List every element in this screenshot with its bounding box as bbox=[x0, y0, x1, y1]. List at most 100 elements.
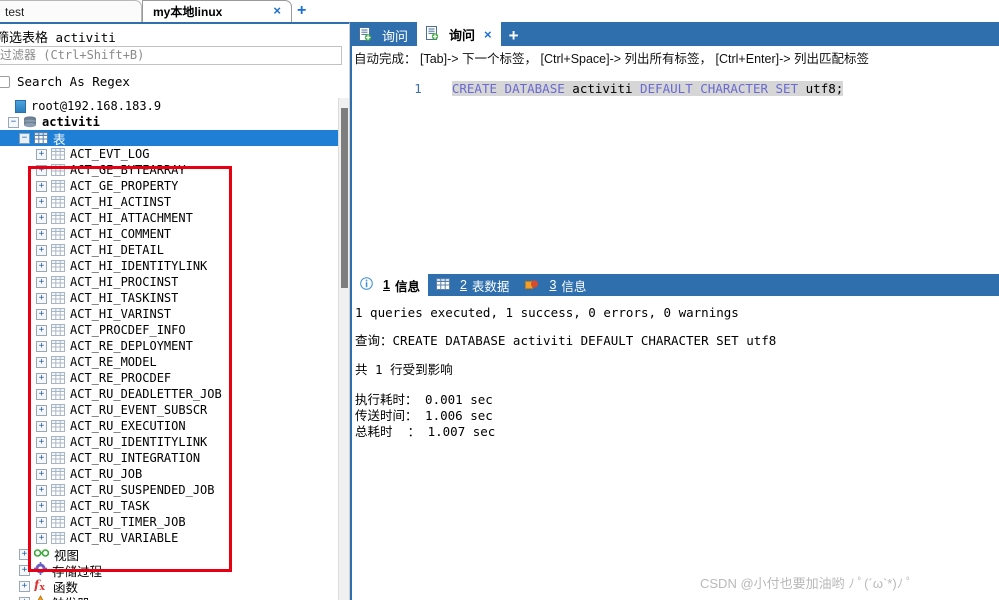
tree-node-table[interactable]: + ACT_GE_BYTEARRAY bbox=[0, 162, 338, 178]
result-tab-info-3[interactable]: 3 信息 bbox=[517, 274, 594, 296]
tree-node-table[interactable]: + ACT_RU_TASK bbox=[0, 498, 338, 514]
tree-node-table[interactable]: + ACT_HI_ACTINST bbox=[0, 194, 338, 210]
expand-icon[interactable]: + bbox=[36, 164, 47, 176]
left-panel-scrollbar[interactable] bbox=[338, 98, 349, 600]
tree-node-label: ACT_HI_ATTACHMENT bbox=[70, 211, 193, 225]
tree-node-table[interactable]: + ACT_HI_ATTACHMENT bbox=[0, 210, 338, 226]
table-icon bbox=[51, 436, 65, 448]
expand-icon[interactable]: + bbox=[36, 468, 47, 480]
tree-node-database[interactable]: − activiti bbox=[0, 114, 338, 130]
expand-icon[interactable]: + bbox=[36, 516, 47, 528]
expand-icon[interactable]: + bbox=[36, 180, 47, 192]
timing-value: 1.007 sec bbox=[427, 424, 496, 439]
sql-token-plain bbox=[497, 81, 505, 96]
expand-icon[interactable]: + bbox=[36, 228, 47, 240]
document-tab-my-local-linux[interactable]: my本地linux × bbox=[142, 0, 292, 22]
expand-icon[interactable]: + bbox=[36, 196, 47, 208]
tree-node-table[interactable]: + ACT_GE_PROPERTY bbox=[0, 178, 338, 194]
expand-icon[interactable]: + bbox=[19, 596, 30, 600]
search-as-regex-checkbox[interactable] bbox=[0, 75, 10, 88]
tree-node-table[interactable]: + ACT_RU_VARIABLE bbox=[0, 530, 338, 546]
document-tab-test[interactable]: test bbox=[0, 0, 142, 22]
tree-node-table[interactable]: + ACT_RE_DEPLOYMENT bbox=[0, 338, 338, 354]
sql-statement[interactable]: CREATE DATABASE activiti DEFAULT CHARACT… bbox=[451, 81, 844, 96]
close-icon[interactable]: × bbox=[273, 3, 281, 19]
expand-icon[interactable]: + bbox=[36, 484, 47, 496]
collapse-icon[interactable]: − bbox=[8, 116, 19, 128]
expand-icon[interactable]: + bbox=[36, 372, 47, 384]
timing-label: 总耗时 bbox=[355, 425, 393, 439]
tree-node-table[interactable]: + ACT_RU_TIMER_JOB bbox=[0, 514, 338, 530]
tree-node-table[interactable]: + ACT_HI_IDENTITYLINK bbox=[0, 258, 338, 274]
other-object-groups: + 视图+ 存储过程+ f x函数+ 触发器 bbox=[0, 546, 338, 600]
expand-icon[interactable]: + bbox=[19, 548, 30, 560]
executed-query-line: 查询：CREATE DATABASE activiti DEFAULT CHAR… bbox=[355, 332, 999, 350]
tree-node-label: ACT_GE_PROPERTY bbox=[70, 179, 179, 193]
tree-node-table[interactable]: + ACT_RU_IDENTITYLINK bbox=[0, 434, 338, 450]
expand-icon[interactable]: + bbox=[36, 452, 47, 464]
tree-node-table[interactable]: + ACT_PROCDEF_INFO bbox=[0, 322, 338, 338]
tree-node-table[interactable]: + ACT_RU_DEADLETTER_JOB bbox=[0, 386, 338, 402]
sql-code-line[interactable]: 1 CREATE DATABASE activiti DEFAULT CHARA… bbox=[354, 66, 844, 111]
close-icon[interactable]: × bbox=[484, 27, 492, 42]
tree-node-table[interactable]: + ACT_RE_PROCDEF bbox=[0, 370, 338, 386]
result-tab-info-1[interactable]: 1 信息 bbox=[352, 274, 428, 296]
expand-icon[interactable]: + bbox=[36, 244, 47, 256]
tree-node-table[interactable]: + ACT_RU_INTEGRATION bbox=[0, 450, 338, 466]
tree-node-connection[interactable]: root@192.168.183.9 bbox=[0, 98, 338, 114]
expand-icon[interactable]: + bbox=[36, 532, 47, 544]
tree-node-table[interactable]: + ACT_RE_MODEL bbox=[0, 354, 338, 370]
filter-input[interactable]: 过滤器 (Ctrl+Shift+B) bbox=[0, 46, 342, 65]
tree-node-label: ACT_RE_DEPLOYMENT bbox=[70, 339, 193, 353]
expand-icon[interactable]: + bbox=[36, 420, 47, 432]
tree-node-tables-group[interactable]: − 表 bbox=[0, 130, 338, 147]
result-tab-table-data-2[interactable]: 2 表数据 bbox=[428, 274, 517, 296]
timing-value: 0.001 sec bbox=[425, 392, 493, 407]
expand-icon[interactable]: + bbox=[19, 580, 30, 592]
expand-icon[interactable]: + bbox=[36, 388, 47, 400]
tree-node-table[interactable]: + ACT_EVT_LOG bbox=[0, 146, 338, 162]
database-icon bbox=[23, 115, 37, 129]
trigger-icon bbox=[34, 594, 47, 600]
new-query-tab-button[interactable]: + bbox=[501, 26, 527, 46]
query-tab-2[interactable]: 询问 × bbox=[417, 22, 501, 46]
tree-node-table[interactable]: + ACT_RU_EXECUTION bbox=[0, 418, 338, 434]
scrollbar-thumb[interactable] bbox=[341, 108, 348, 288]
tree-node-group[interactable]: + 视图 bbox=[0, 546, 338, 563]
expand-icon[interactable]: + bbox=[36, 500, 47, 512]
tree-node-table[interactable]: + ACT_RU_EVENT_SUBSCR bbox=[0, 402, 338, 418]
tree-node-table[interactable]: + ACT_RU_SUSPENDED_JOB bbox=[0, 482, 338, 498]
expand-icon[interactable]: + bbox=[36, 308, 47, 320]
tree-node-table[interactable]: + ACT_HI_DETAIL bbox=[0, 242, 338, 258]
sql-token-plain bbox=[798, 81, 806, 96]
expand-icon[interactable]: + bbox=[36, 404, 47, 416]
expand-icon[interactable]: + bbox=[19, 564, 30, 576]
tree-node-group[interactable]: + 存储过程 bbox=[0, 562, 338, 579]
tree-node-group[interactable]: + 触发器 bbox=[0, 594, 338, 600]
new-tab-button[interactable]: + bbox=[297, 2, 306, 20]
tree-node-group[interactable]: + f x 函数 bbox=[0, 578, 338, 595]
query-label: 查询： bbox=[355, 334, 393, 348]
query-tab-1[interactable]: 询问 bbox=[350, 24, 417, 46]
tree-node-table[interactable]: + ACT_RU_JOB bbox=[0, 466, 338, 482]
tree-node-table[interactable]: + ACT_HI_VARINST bbox=[0, 306, 338, 322]
expand-icon[interactable]: + bbox=[36, 340, 47, 352]
expand-icon[interactable]: + bbox=[36, 324, 47, 336]
expand-icon[interactable]: + bbox=[36, 148, 47, 160]
tree-node-table[interactable]: + ACT_HI_COMMENT bbox=[0, 226, 338, 242]
expand-icon[interactable]: + bbox=[36, 260, 47, 272]
tree-node-label: root@192.168.183.9 bbox=[31, 99, 162, 113]
expand-icon[interactable]: + bbox=[36, 356, 47, 368]
expand-icon[interactable]: + bbox=[36, 436, 47, 448]
tree-node-table[interactable]: + ACT_HI_TASKINST bbox=[0, 290, 338, 306]
sql-editor[interactable]: 自动完成： [Tab]-> 下一个标签， [Ctrl+Space]-> 列出所有… bbox=[350, 46, 999, 274]
expand-icon[interactable]: + bbox=[36, 212, 47, 224]
expand-icon[interactable]: + bbox=[36, 292, 47, 304]
collapse-icon[interactable]: − bbox=[19, 132, 30, 144]
tree-node-label: ACT_EVT_LOG bbox=[70, 147, 150, 161]
expand-icon[interactable]: + bbox=[36, 276, 47, 288]
tree-node-label: ACT_HI_DETAIL bbox=[70, 243, 164, 257]
tree-node-table[interactable]: + ACT_HI_PROCINST bbox=[0, 274, 338, 290]
filter-title-db: activiti bbox=[55, 30, 116, 45]
search-as-regex-row[interactable]: Search As Regex bbox=[0, 74, 130, 89]
